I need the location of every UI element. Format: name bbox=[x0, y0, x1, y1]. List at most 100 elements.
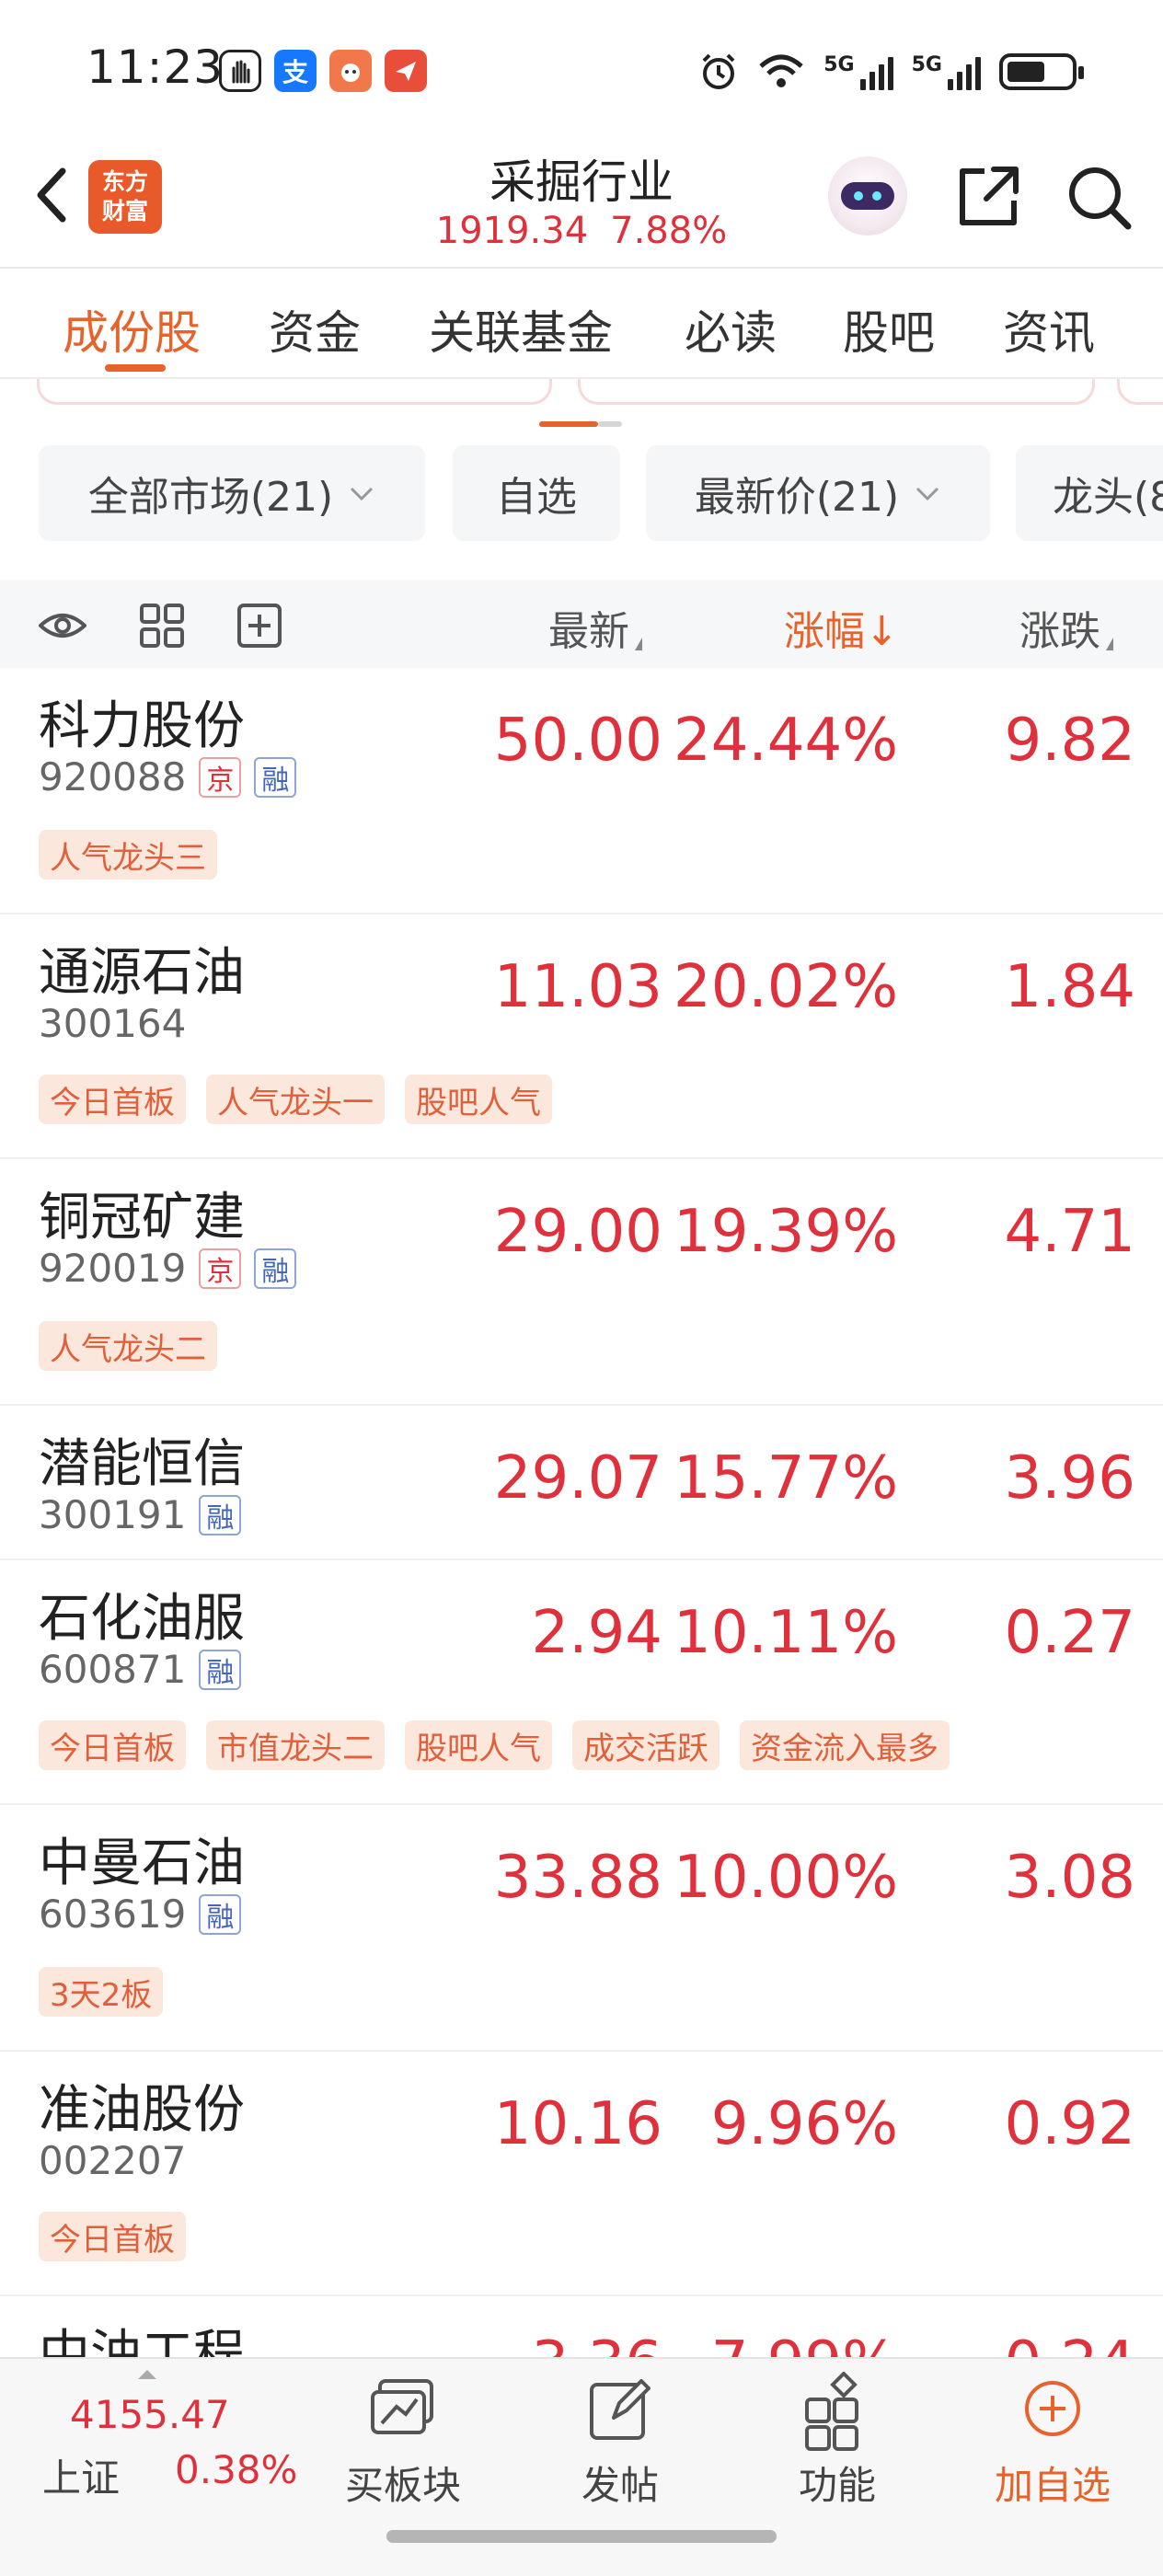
stock-name: 通源石油 bbox=[39, 943, 245, 1003]
sector-price: 1919.34 bbox=[435, 210, 589, 252]
stock-tag[interactable]: 今日首板 bbox=[39, 2212, 186, 2261]
stock-name: 科力股份 bbox=[39, 696, 245, 756]
stock-code-line: 600871 融 bbox=[39, 1647, 242, 1692]
stock-code-line: 300164 bbox=[39, 1001, 186, 1046]
market-filter-label: 全部市场(21) bbox=[87, 474, 334, 521]
add-watchlist-label: 加自选 bbox=[994, 2463, 1111, 2508]
table-row[interactable]: 中曼石油 603619 融 33.88 10.00% 3.08 3天2板 bbox=[0, 1805, 1163, 2052]
table-row[interactable]: 准油股份 002207 10.16 9.96% 0.92 今日首板 bbox=[0, 2052, 1163, 2296]
stock-list: 科力股份 920088 京 融 50.00 24.44% 9.82 人气龙头三 … bbox=[0, 668, 1163, 2357]
sector-trade-icon bbox=[371, 2379, 433, 2434]
functions-button[interactable]: 功能 bbox=[754, 2372, 920, 2511]
price-filter-dropdown[interactable]: 最新价(21) bbox=[646, 445, 990, 541]
status-bar: 11:23 支 5G 5G bbox=[0, 0, 1163, 138]
stock-tag[interactable]: 人气龙头二 bbox=[39, 1321, 217, 1371]
stock-change-pct: 24.44% bbox=[673, 707, 898, 775]
watchlist-filter-label: 自选 bbox=[496, 474, 577, 521]
tab-forum[interactable]: 股吧 bbox=[843, 296, 935, 362]
stock-price: 10.16 bbox=[493, 2090, 662, 2158]
stock-tag[interactable]: 人气龙头一 bbox=[206, 1075, 385, 1124]
share-icon[interactable] bbox=[953, 162, 1023, 232]
stock-change-amount: 4.71 bbox=[1004, 1198, 1136, 1266]
market-badge-bj: 京 bbox=[199, 756, 242, 798]
stock-tag[interactable]: 成交活跃 bbox=[572, 1720, 720, 1770]
column-change-amount[interactable]: 涨跌 bbox=[1019, 598, 1113, 657]
margin-badge: 融 bbox=[199, 1649, 242, 1690]
tab-news[interactable]: 资讯 bbox=[1003, 296, 1095, 362]
active-tab-indicator bbox=[105, 364, 166, 372]
eye-icon[interactable] bbox=[39, 602, 86, 650]
tab-constituents[interactable]: 成份股 bbox=[63, 296, 201, 362]
market-badge-bj: 京 bbox=[199, 1248, 242, 1289]
stock-name: 中曼石油 bbox=[39, 1834, 245, 1893]
grid-view-icon[interactable] bbox=[138, 602, 186, 650]
table-row[interactable]: 石化油服 600871 融 2.94 10.11% 0.27 今日首板 市值龙头… bbox=[0, 1560, 1163, 1805]
carousel-card[interactable] bbox=[1117, 379, 1163, 405]
add-watchlist-button[interactable]: 加自选 bbox=[970, 2372, 1135, 2511]
chevron-down-icon bbox=[351, 487, 374, 501]
stock-change-amount: 1.84 bbox=[1004, 953, 1136, 1021]
buy-sector-button[interactable]: 买板块 bbox=[320, 2372, 486, 2511]
carousel-card[interactable] bbox=[37, 379, 552, 405]
column-change-pct-label: 涨幅 bbox=[784, 608, 865, 655]
search-icon[interactable] bbox=[1064, 162, 1134, 232]
signal-icon-2: 5G bbox=[912, 53, 981, 90]
stock-change-amount: 0.27 bbox=[1004, 1599, 1136, 1667]
stock-tag[interactable]: 资金流入最多 bbox=[740, 1720, 950, 1770]
stock-name: 中油工程 bbox=[39, 2325, 245, 2357]
stock-change-pct: 15.77% bbox=[673, 1444, 898, 1512]
market-filter-dropdown[interactable]: 全部市场(21) bbox=[39, 445, 425, 541]
stock-tags: 人气龙头三 bbox=[39, 830, 217, 880]
stock-name: 石化油服 bbox=[39, 1589, 245, 1649]
stock-change-amount: 3.08 bbox=[1004, 1844, 1136, 1912]
stock-tag[interactable]: 人气龙头三 bbox=[39, 830, 217, 880]
carousel-card[interactable] bbox=[578, 379, 1095, 405]
stock-change-amount: 0.92 bbox=[1004, 2090, 1136, 2158]
stock-code-line: 300191 融 bbox=[39, 1492, 242, 1537]
add-circle-icon bbox=[1025, 2381, 1080, 2436]
tab-related-funds[interactable]: 关联基金 bbox=[429, 296, 613, 362]
column-latest-price[interactable]: 最新 bbox=[548, 598, 642, 657]
chevron-down-icon bbox=[916, 487, 939, 501]
stock-tag[interactable]: 3天2板 bbox=[39, 1967, 164, 2017]
stock-tag[interactable]: 今日首板 bbox=[39, 1075, 186, 1124]
stock-change-amount: 0.24 bbox=[1005, 2329, 1136, 2357]
stock-code: 920088 bbox=[39, 754, 187, 799]
stock-tag[interactable]: 股吧人气 bbox=[405, 1075, 552, 1124]
apps-icon bbox=[805, 2372, 858, 2451]
margin-badge: 融 bbox=[199, 1893, 242, 1935]
stock-tag[interactable]: 今日首板 bbox=[39, 1720, 186, 1770]
table-row[interactable]: 铜冠矿建 920019 京 融 29.00 19.39% 4.71 人气龙头二 bbox=[0, 1159, 1163, 1406]
leader-filter-label: 龙头(8 bbox=[1053, 474, 1163, 521]
stock-price: 29.00 bbox=[493, 1198, 662, 1266]
tab-funds[interactable]: 资金 bbox=[269, 296, 361, 362]
post-label: 发帖 bbox=[581, 2463, 659, 2508]
column-header: 最新 涨幅↓ 涨跌 bbox=[0, 580, 1163, 668]
stock-tags: 今日首板 bbox=[39, 2212, 186, 2261]
index-name: 上证 bbox=[42, 2455, 121, 2501]
tab-must-read[interactable]: 必读 bbox=[685, 296, 777, 362]
margin-badge: 融 bbox=[199, 1494, 242, 1535]
stock-tag[interactable]: 股吧人气 bbox=[405, 1720, 552, 1770]
watchlist-filter[interactable]: 自选 bbox=[453, 445, 620, 541]
table-row[interactable]: 中油工程 3.36 7.99% 0.24 bbox=[0, 2296, 1163, 2357]
leader-filter[interactable]: 龙头(8 bbox=[1016, 445, 1163, 541]
sector-change-pct: 7.88% bbox=[610, 210, 728, 252]
stock-tag[interactable]: 市值龙头二 bbox=[206, 1720, 385, 1770]
table-row[interactable]: 通源石油 300164 11.03 20.02% 1.84 今日首板 人气龙头一… bbox=[0, 914, 1163, 1159]
column-change-pct[interactable]: 涨幅↓ bbox=[784, 598, 899, 657]
table-row[interactable]: 科力股份 920088 京 融 50.00 24.44% 9.82 人气龙头三 bbox=[0, 668, 1163, 914]
home-indicator[interactable] bbox=[386, 2530, 777, 2543]
ai-assistant-robot-icon[interactable] bbox=[828, 156, 907, 236]
alipay-icon: 支 bbox=[274, 50, 317, 92]
stock-name: 铜冠矿建 bbox=[39, 1188, 245, 1248]
stock-change-pct: 7.99% bbox=[711, 2329, 898, 2357]
stock-change-amount: 3.96 bbox=[1004, 1444, 1136, 1512]
margin-badge: 融 bbox=[254, 756, 297, 798]
stock-price: 3.36 bbox=[532, 2329, 663, 2357]
margin-badge: 融 bbox=[254, 1248, 297, 1289]
add-square-icon[interactable] bbox=[236, 602, 283, 650]
post-button[interactable]: 发帖 bbox=[537, 2372, 703, 2511]
stock-change-amount: 9.82 bbox=[1004, 707, 1136, 775]
table-row[interactable]: 潜能恒信 300191 融 29.07 15.77% 3.96 bbox=[0, 1406, 1163, 1560]
